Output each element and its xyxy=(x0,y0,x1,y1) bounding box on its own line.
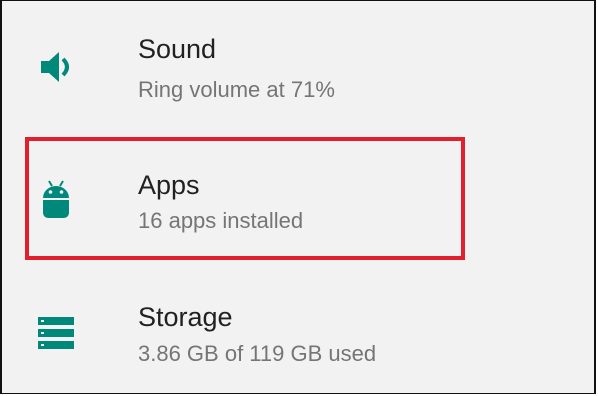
settings-item-apps[interactable]: Apps 16 apps installed xyxy=(2,139,594,259)
settings-list: Sound Ring volume at 71% Apps 16 apps in… xyxy=(0,0,596,394)
settings-item-title: Apps xyxy=(138,170,200,200)
settings-item-storage[interactable]: Storage 3.86 GB of 119 GB used xyxy=(2,273,594,393)
storage-icon xyxy=(38,315,78,355)
settings-item-title: Storage xyxy=(138,302,233,332)
settings-item-summary: 3.86 GB of 119 GB used xyxy=(138,341,377,366)
settings-item-summary: Ring volume at 71% xyxy=(138,77,335,102)
settings-item-summary: 16 apps installed xyxy=(138,208,304,233)
android-icon xyxy=(38,179,78,219)
settings-item-sound[interactable]: Sound Ring volume at 71% xyxy=(2,1,594,121)
volume-icon xyxy=(38,47,78,87)
settings-item-title: Sound xyxy=(138,34,217,64)
